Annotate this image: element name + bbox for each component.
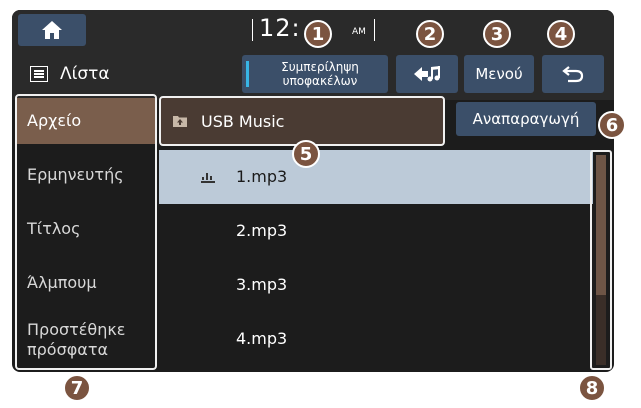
list-title-label: Λίστα bbox=[60, 64, 110, 84]
clock-ampm: AM bbox=[352, 27, 366, 37]
callout-7: 7 bbox=[63, 374, 91, 402]
include-subfolders-label: Συμπερίληψη υποφακέλων bbox=[271, 60, 359, 88]
now-playing-folder-button[interactable] bbox=[396, 55, 458, 93]
equalizer-icon bbox=[201, 173, 215, 183]
file-row[interactable]: 4.mp3 bbox=[159, 312, 593, 366]
category-list: Αρχείο Ερμηνευτής Τίτλος Άλμπουμ Προστέθ… bbox=[17, 98, 155, 366]
file-name: 3.mp3 bbox=[236, 275, 288, 294]
screen: 12: AM Λίστα Συμπερίληψη υποφακέλων Μενο… bbox=[12, 10, 614, 372]
callout-1: 1 bbox=[304, 20, 332, 48]
include-subfolders-button[interactable]: Συμπερίληψη υποφακέλων bbox=[242, 55, 388, 93]
breadcrumb[interactable]: USB Music bbox=[159, 96, 445, 146]
toolbar: Λίστα Συμπερίληψη υποφακέλων Μενού bbox=[12, 50, 614, 100]
back-arrow-icon bbox=[562, 66, 584, 83]
music-folder-up-icon bbox=[414, 66, 440, 82]
list-menu-icon bbox=[30, 66, 48, 82]
file-name: 4.mp3 bbox=[236, 329, 288, 348]
callout-2: 2 bbox=[416, 20, 444, 48]
callout-8: 8 bbox=[578, 374, 606, 402]
home-button[interactable] bbox=[18, 14, 86, 46]
callout-6: 6 bbox=[598, 111, 626, 139]
status-divider-left bbox=[252, 19, 253, 41]
category-file[interactable]: Αρχείο bbox=[17, 98, 155, 144]
menu-button[interactable]: Μενού bbox=[464, 55, 534, 93]
file-name: 1.mp3 bbox=[236, 167, 288, 186]
category-recently-added-line2: πρόσφατα bbox=[27, 340, 108, 359]
list-title: Λίστα bbox=[30, 64, 110, 84]
breadcrumb-label: USB Music bbox=[201, 111, 285, 131]
file-name: 2.mp3 bbox=[236, 221, 288, 240]
category-recently-added-line1: Προστέθηκε bbox=[27, 320, 126, 339]
callout-5: 5 bbox=[292, 140, 320, 168]
file-row[interactable]: 3.mp3 bbox=[159, 258, 593, 312]
play-button[interactable]: Αναπαραγωγή bbox=[456, 102, 596, 136]
category-artist[interactable]: Ερμηνευτής bbox=[17, 152, 155, 198]
status-divider-right bbox=[374, 19, 375, 41]
back-button[interactable] bbox=[542, 55, 604, 93]
callout-4: 4 bbox=[547, 20, 575, 48]
file-row[interactable]: 2.mp3 bbox=[159, 204, 593, 258]
folder-up-icon bbox=[173, 116, 187, 127]
scrollbar-thumb[interactable] bbox=[596, 155, 606, 295]
category-recently-added[interactable]: Προστέθηκε πρόσφατα bbox=[17, 316, 155, 366]
callout-3: 3 bbox=[483, 20, 511, 48]
clock: 12: bbox=[259, 14, 301, 42]
include-subfolders-label-line2: υποφακέλων bbox=[282, 74, 358, 88]
home-icon bbox=[42, 21, 62, 39]
file-row[interactable]: 1.mp3 bbox=[159, 150, 593, 204]
toggle-indicator bbox=[246, 61, 249, 87]
include-subfolders-label-line1: Συμπερίληψη bbox=[281, 60, 359, 74]
category-album[interactable]: Άλμπουμ bbox=[17, 260, 155, 306]
category-title[interactable]: Τίτλος bbox=[17, 206, 155, 252]
